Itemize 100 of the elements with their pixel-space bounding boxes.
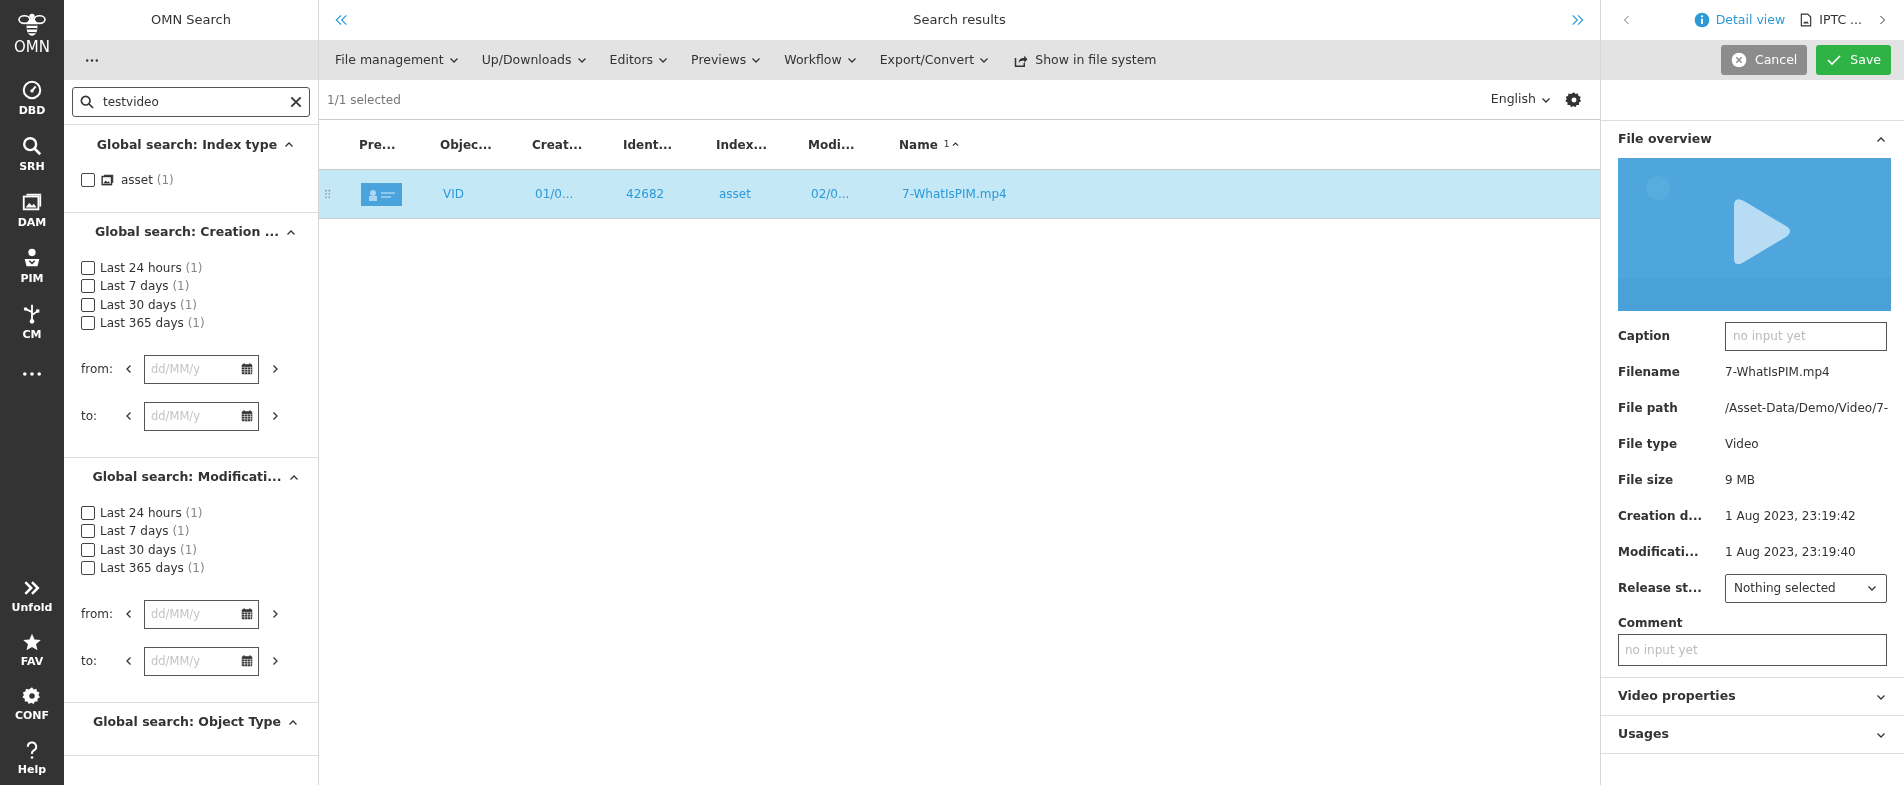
selection-count: 1/1 selected	[327, 91, 401, 109]
gauge-icon	[21, 78, 43, 101]
checkbox[interactable]	[81, 505, 95, 520]
field-label: File type	[1618, 436, 1679, 453]
close-circle-icon	[1730, 52, 1747, 68]
check-icon	[1826, 52, 1843, 68]
calendar-icon	[240, 606, 254, 621]
section-heading[interactable]: Global search: Index type	[96, 135, 278, 155]
calendar-icon	[240, 361, 254, 376]
menu-button[interactable]: File management	[335, 50, 460, 70]
field-value: 1 Aug 2023, 23:19:42	[1725, 508, 1857, 525]
checkbox[interactable]	[81, 561, 95, 576]
checkbox[interactable]	[81, 279, 95, 294]
field-label: Caption	[1618, 328, 1672, 345]
table-cell-text: 42682	[625, 186, 666, 203]
option-label: Last 365 days (1)	[100, 560, 205, 578]
field-label: Creation d...	[1618, 508, 1704, 525]
option-label: Last 24 hours (1)	[100, 504, 203, 522]
option-label: Last 24 hours (1)	[100, 259, 203, 277]
option-label: Last 7 days (1)	[100, 523, 190, 541]
field-label: File path	[1618, 400, 1679, 417]
field-value: 9 MB	[1725, 472, 1757, 489]
date-label: from:	[81, 361, 114, 378]
field-label: Modificati...	[1618, 544, 1700, 561]
release-status-dropdown[interactable]: Nothing selected	[1725, 573, 1887, 603]
menu-button[interactable]: Editors	[609, 50, 670, 70]
checkbox[interactable]	[81, 173, 95, 188]
field-value: Video	[1725, 436, 1760, 453]
info-icon	[1693, 12, 1710, 28]
date-field[interactable]: dd/MM/y	[144, 354, 259, 384]
section-heading[interactable]: File overview	[1618, 130, 1712, 149]
sort-index: 1	[943, 137, 950, 151]
field-value: /Asset-Data/Demo/Video/7-	[1725, 400, 1889, 417]
language-dropdown[interactable]: English	[1490, 90, 1552, 109]
date-field[interactable]: dd/MM/y	[144, 646, 259, 676]
bee-icon	[17, 12, 47, 38]
nav-item[interactable]: Help	[17, 731, 47, 785]
column-header[interactable]: Creat...	[532, 135, 583, 154]
field-label: Comment	[1618, 615, 1684, 632]
column-header[interactable]: Objec...	[440, 135, 492, 154]
nav-item[interactable]: CONF	[14, 677, 50, 731]
search-field[interactable]: testvideo	[72, 87, 310, 117]
nav-item[interactable]: PIM	[20, 238, 44, 294]
double-chevron-left-icon	[333, 12, 349, 28]
column-header[interactable]: Ident...	[623, 135, 673, 154]
image-file-icon	[1799, 12, 1814, 28]
menu-button[interactable]: Up/Downloads	[481, 50, 588, 70]
nav-item[interactable]: DBD	[18, 70, 46, 126]
date-label: from:	[81, 606, 114, 623]
double-chevron-right-icon	[1570, 12, 1586, 28]
tab[interactable]: IPTC ...	[1799, 10, 1862, 30]
date-field[interactable]: dd/MM/y	[144, 599, 259, 629]
table-cell-text: asset	[718, 186, 752, 203]
column-header[interactable]: Name	[899, 135, 938, 154]
checkbox[interactable]	[81, 542, 95, 557]
nav-item[interactable]: DAM	[17, 182, 47, 238]
drag-handle-icon	[323, 188, 333, 200]
option-label: Last 30 days (1)	[100, 541, 198, 559]
option-label: Last 365 days (1)	[100, 315, 205, 333]
nav-item[interactable]: FAV	[20, 623, 44, 677]
menu-button[interactable]: Export/Convert	[879, 50, 991, 70]
checkbox[interactable]	[81, 524, 95, 539]
search-icon	[79, 94, 95, 110]
toolbar-button[interactable]: Show in file system	[1012, 50, 1157, 70]
comment-field[interactable]: no input yet	[1618, 634, 1887, 666]
column-header[interactable]: Index...	[716, 135, 768, 154]
sort-up-icon	[950, 140, 960, 149]
settings-icon	[22, 685, 42, 706]
table-cell-text: 7-WhatIsPIM.mp4	[901, 186, 1008, 203]
field-label: File size	[1618, 472, 1675, 489]
logo-text: OMN	[14, 38, 50, 56]
more-icon	[86, 58, 98, 62]
field-label: Release st...	[1618, 580, 1703, 597]
field-label: Filename	[1618, 364, 1681, 381]
column-header[interactable]: Pre...	[359, 135, 396, 154]
checkbox[interactable]	[81, 260, 95, 275]
field-value: 7-WhatIsPIM.mp4	[1725, 364, 1831, 381]
menu-button[interactable]: Previews	[691, 50, 763, 70]
section-heading[interactable]: Global search: Creation ...	[95, 223, 279, 242]
section-heading[interactable]: Global search: Modificati...	[92, 468, 282, 487]
nav-item[interactable]: Unfold	[11, 569, 53, 623]
date-label: to:	[81, 653, 99, 670]
checkbox[interactable]	[81, 297, 95, 312]
column-header[interactable]: Modi...	[808, 135, 855, 154]
calendar-icon	[240, 653, 254, 668]
field-value: 1 Aug 2023, 23:19:40	[1725, 544, 1857, 561]
settings-icon	[1565, 90, 1583, 109]
caption-field[interactable]: no input yet	[1725, 321, 1887, 351]
section-heading[interactable]: Video properties	[1618, 687, 1736, 706]
checkbox[interactable]	[81, 316, 95, 331]
calendar-icon	[240, 408, 254, 423]
section-heading[interactable]: Global search: Object Type	[93, 713, 281, 732]
date-field[interactable]: dd/MM/y	[144, 401, 259, 431]
section-heading[interactable]: Usages	[1618, 725, 1669, 744]
option-label: Last 7 days (1)	[100, 278, 190, 296]
menu-button[interactable]: Workflow	[784, 50, 858, 70]
image-icon	[100, 173, 116, 188]
more-icon	[23, 372, 41, 376]
nav-item[interactable]: CM	[21, 294, 43, 350]
nav-item[interactable]: SRH	[19, 126, 45, 182]
